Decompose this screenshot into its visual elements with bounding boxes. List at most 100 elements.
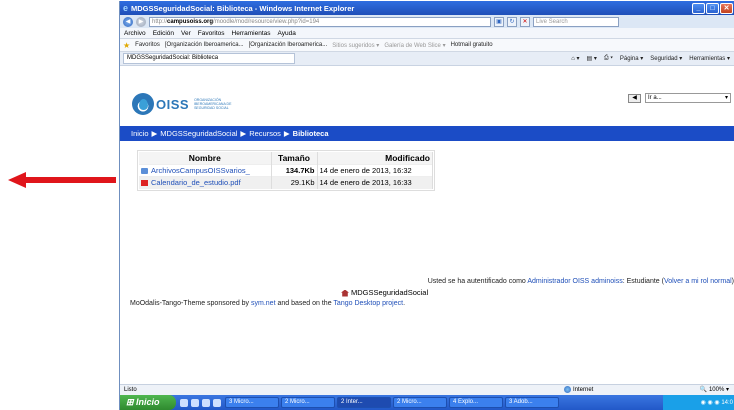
table-row: ArchivosCampusOISSvarios_ 134.7Kb 14 de …	[139, 164, 433, 177]
favorites-button[interactable]: Favoritos	[135, 42, 160, 48]
tray-icons[interactable]: ◉ ◉ ◉	[701, 399, 722, 406]
file-name-cell[interactable]: Calendario_de_estudio.pdf	[139, 176, 272, 189]
quick-launch-icon[interactable]	[180, 398, 188, 407]
symnet-link[interactable]: sym.net	[251, 300, 276, 307]
page-content: OISS ORGANIZACIÓN IBEROAMERICANA DE SEGU…	[120, 66, 734, 384]
footer-home[interactable]: MDGSSeguridadSocial	[341, 288, 428, 297]
security-menu[interactable]: Seguridad ▾	[650, 55, 682, 62]
hotmail-link[interactable]: Hotmail gratuito	[451, 42, 493, 48]
tools-menu[interactable]: Herramientas ▾	[689, 55, 730, 62]
menu-ver[interactable]: Ver	[181, 30, 191, 37]
security-zone[interactable]: Internet	[564, 386, 593, 393]
favorites-bar: ★ Favoritos [Organización Iberoamerica..…	[120, 39, 734, 52]
home-icon	[341, 289, 349, 297]
stop-icon[interactable]: ✕	[520, 16, 530, 27]
col-size-header[interactable]: Tamaño	[271, 152, 318, 165]
status-text: Listo	[124, 387, 137, 393]
site-header: OISS ORGANIZACIÓN IBEROAMERICANA DE SEGU…	[120, 66, 734, 126]
jump-select-value: Ir a...	[648, 95, 662, 101]
address-prefix: http://	[152, 18, 168, 25]
zone-text: Internet	[573, 386, 594, 393]
address-row: ◀ ▶ http://campusoiss.org/moodle/mod/res…	[120, 15, 734, 28]
tango-link[interactable]: Tango Desktop project	[333, 300, 403, 307]
print-icon[interactable]: ⎙ ▾	[604, 55, 613, 62]
home-icon-toolbar[interactable]: ⌂ ▾	[571, 55, 579, 62]
menu-favoritos[interactable]: Favoritos	[198, 30, 225, 37]
refresh-icon[interactable]: ↻	[507, 16, 517, 27]
page-menu[interactable]: Página ▾	[620, 55, 643, 62]
feeds-icon[interactable]: ▤ ▾	[587, 55, 597, 62]
jump-back-button[interactable]: ◀	[628, 93, 641, 103]
file-name-link[interactable]: Calendario_de_estudio.pdf	[151, 178, 241, 187]
globe-icon	[564, 386, 571, 393]
breadcrumb-sep-1: ▶	[151, 129, 158, 138]
taskbar-item[interactable]: 3 Micro...	[225, 397, 279, 408]
address-host: campusoiss.org	[167, 18, 214, 25]
suggested-sites[interactable]: Sitios sugeridos ▾	[332, 42, 379, 49]
favorite-link-2[interactable]: [Organización Iberoamerica...	[249, 42, 328, 48]
col-modified-header[interactable]: Modificado	[317, 152, 433, 165]
taskbar-item[interactable]: 2 Inter...	[337, 397, 391, 408]
taskbar-item[interactable]: 3 Adob...	[505, 397, 559, 408]
favorite-link-1[interactable]: [Organización Iberoamerica...	[165, 42, 244, 48]
web-slice-gallery[interactable]: Galería de Web Slice ▾	[384, 42, 445, 49]
address-path: /moodle/mod/resource/view.php?id=194	[213, 18, 320, 25]
browser-window: e MDGSSeguridadSocial: Biblioteca - Wind…	[119, 1, 734, 410]
theme-middle: and based on the	[277, 300, 332, 307]
status-bar: Listo Internet 🔍 100% ▾	[120, 384, 734, 395]
forward-button[interactable]: ▶	[136, 16, 146, 27]
tab-biblioteca[interactable]: MDGSSeguridadSocial: Biblioteca	[123, 53, 295, 64]
breadcrumb-resources[interactable]: Recursos	[249, 129, 281, 138]
start-button[interactable]: ⊞ Inicio	[120, 395, 176, 410]
oiss-logo[interactable]: OISS ORGANIZACIÓN IBEROAMERICANA DE SEGU…	[132, 93, 249, 115]
taskbar-item[interactable]: 2 Micro...	[393, 397, 447, 408]
address-bar[interactable]: http://campusoiss.org/moodle/mod/resourc…	[149, 16, 491, 27]
back-button[interactable]: ◀	[123, 16, 133, 27]
menu-ayuda[interactable]: Ayuda	[278, 30, 296, 37]
minimize-button[interactable]: _	[692, 2, 705, 14]
login-info: Usted se ha autentificado como Administr…	[428, 278, 734, 285]
theme-prefix: MoOdalis-Tango-Theme sponsored by	[130, 300, 250, 307]
search-input[interactable]: Live Search	[533, 16, 619, 27]
login-prefix: Usted se ha autentificado como	[427, 278, 526, 285]
footer-home-link[interactable]: MDGSSeguridadSocial	[351, 288, 428, 297]
taskbar-item[interactable]: 2 Micro...	[281, 397, 335, 408]
menu-edicion[interactable]: Edición	[153, 30, 174, 37]
menu-bar: Archivo Edición Ver Favoritos Herramient…	[120, 28, 734, 39]
jump-select[interactable]: Ir a... ▾	[645, 93, 731, 103]
zoom-value: 100%	[708, 387, 725, 393]
close-button[interactable]: ✕	[720, 2, 733, 14]
file-modified-cell: 14 de enero de 2013, 16:33	[317, 176, 433, 189]
breadcrumb-sep-2: ▶	[240, 129, 247, 138]
folder-icon	[141, 168, 148, 175]
quick-launch-icon[interactable]	[213, 398, 221, 407]
maximize-button[interactable]: □	[706, 2, 719, 14]
menu-archivo[interactable]: Archivo	[124, 30, 146, 37]
zoom-level[interactable]: 🔍 100% ▾	[700, 386, 729, 393]
file-name-link[interactable]: ArchivosCampusOISSvarios_	[151, 166, 250, 175]
col-name-header[interactable]: Nombre	[139, 152, 272, 165]
favorites-star-icon: ★	[123, 40, 131, 50]
taskbar: ⊞ Inicio 3 Micro... 2 Micro... 2 Inter..…	[120, 395, 734, 410]
compat-view-icon[interactable]: ▣	[494, 16, 504, 27]
system-tray: ◉ ◉ ◉ 14:0	[663, 395, 734, 410]
command-bar: ⌂ ▾ ▤ ▾ ⎙ ▾ Página ▾ Seguridad ▾ Herrami…	[571, 55, 734, 62]
title-bar: e MDGSSeguridadSocial: Biblioteca - Wind…	[120, 1, 734, 15]
breadcrumb-current: Biblioteca	[292, 129, 329, 138]
table-row: Calendario_de_estudio.pdf 29.1Kb 14 de e…	[139, 176, 433, 189]
return-role-link[interactable]: Volver a mi rol normal	[664, 278, 732, 285]
menu-herramientas[interactable]: Herramientas	[232, 30, 271, 37]
logo-text: OISS	[156, 96, 190, 112]
file-table: Nombre Tamaño Modificado ArchivosCampusO…	[139, 152, 433, 189]
user-link[interactable]: Administrador OISS adminoiss	[527, 278, 622, 285]
quick-launch-icon[interactable]	[191, 398, 199, 407]
chevron-down-icon: ▾	[724, 95, 728, 101]
breadcrumb-course[interactable]: MDGSSeguridadSocial	[160, 129, 237, 138]
pdf-icon	[141, 180, 148, 187]
clock: 14:0	[721, 399, 733, 406]
file-name-cell[interactable]: ArchivosCampusOISSvarios_	[139, 164, 272, 177]
taskbar-item[interactable]: 4 Explo...	[449, 397, 503, 408]
quick-launch-icon[interactable]	[202, 398, 210, 407]
tab-row: MDGSSeguridadSocial: Biblioteca ⌂ ▾ ▤ ▾ …	[120, 52, 734, 66]
breadcrumb-home[interactable]: Inicio	[131, 129, 149, 138]
